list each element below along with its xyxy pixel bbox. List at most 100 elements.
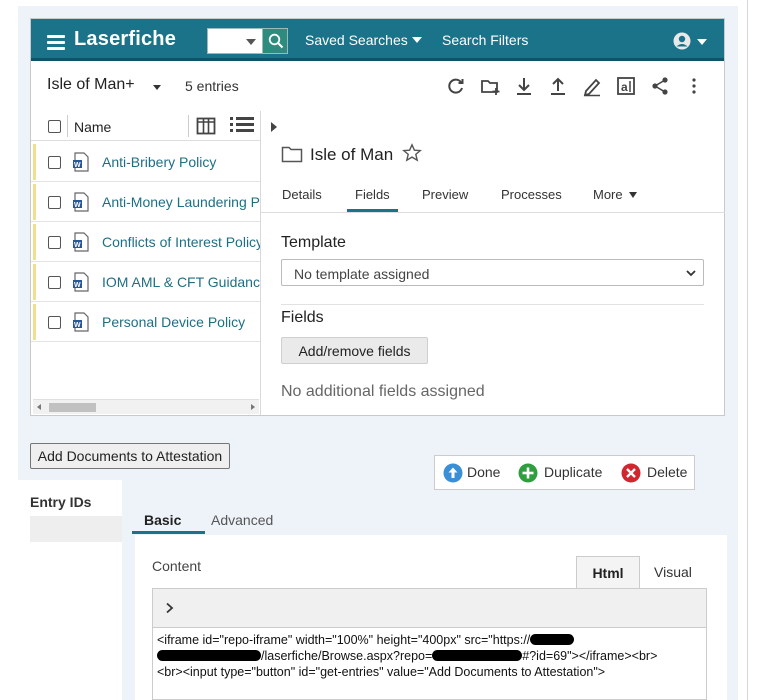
- list-view-icon[interactable]: [229, 115, 255, 137]
- list-item[interactable]: W Anti-Bribery Policy: [31, 142, 260, 182]
- column-picker-icon[interactable]: [196, 116, 216, 136]
- list-item[interactable]: W Conflicts of Interest Policy: [31, 222, 260, 262]
- code-line-1: <iframe id="repo-iframe" width="100%" he…: [157, 632, 702, 648]
- list-item[interactable]: W IOM AML & CFT Guidance: [31, 262, 260, 302]
- sign-icon[interactable]: [581, 75, 603, 97]
- search-scope-select[interactable]: [207, 28, 263, 54]
- row-checkbox[interactable]: [48, 276, 61, 289]
- entry-name[interactable]: IOM AML & CFT Guidance: [102, 274, 260, 290]
- row-checkbox[interactable]: [48, 156, 61, 169]
- entry-count: 5 entries: [185, 78, 239, 94]
- chevron-right-icon[interactable]: [165, 602, 175, 614]
- folder-menu-chevron-icon[interactable]: [153, 85, 161, 90]
- action-toolbar: Done Duplicate Delete: [434, 455, 695, 490]
- code-line-3: <br><input type="button" id="get-entries…: [157, 665, 606, 679]
- search-filters-link[interactable]: Search Filters: [442, 32, 528, 48]
- svg-text:W: W: [74, 202, 81, 209]
- row-indicator: [33, 264, 36, 300]
- ocr-text-icon[interactable]: a: [615, 75, 637, 97]
- refresh-icon[interactable]: [445, 75, 467, 97]
- more-options-icon[interactable]: [683, 75, 705, 97]
- list-item[interactable]: W Personal Device Policy: [31, 302, 260, 342]
- svg-text:W: W: [74, 322, 81, 329]
- tab-advanced[interactable]: Advanced: [211, 512, 273, 528]
- current-folder-title[interactable]: Isle of Man+: [47, 76, 135, 94]
- word-document-icon: W: [73, 272, 89, 292]
- code-line-2: /laserfiche/Browse.aspx?repo= #?id=69"></…: [157, 648, 702, 664]
- delete-button[interactable]: Delete: [647, 464, 687, 480]
- content-label: Content: [152, 558, 202, 574]
- row-checkbox[interactable]: [48, 196, 61, 209]
- chevron-down-icon: [411, 37, 422, 43]
- pane-splitter[interactable]: [260, 111, 261, 415]
- expand-pane-icon[interactable]: [271, 122, 277, 132]
- tab-processes[interactable]: Processes: [501, 187, 562, 202]
- no-fields-message: No additional fields assigned: [281, 383, 485, 400]
- share-icon[interactable]: [649, 75, 671, 97]
- chevron-down-icon: [686, 270, 696, 277]
- done-icon[interactable]: [443, 463, 463, 483]
- list-item[interactable]: W Anti-Money Laundering Policy: [31, 182, 260, 222]
- row-indicator: [33, 224, 36, 260]
- tab-preview[interactable]: Preview: [422, 187, 468, 202]
- menu-icon[interactable]: [47, 35, 65, 50]
- svg-text:W: W: [74, 162, 81, 169]
- tab-visual[interactable]: Visual: [654, 564, 692, 580]
- code-text: <iframe id="repo-iframe" width="100%" he…: [157, 633, 531, 647]
- details-title: Isle of Man: [310, 145, 394, 164]
- redaction-mark: [530, 634, 575, 645]
- redaction-mark: [432, 650, 523, 661]
- app-header: Laserfiche Saved Searches Search Filters: [31, 19, 724, 61]
- done-button[interactable]: Done: [467, 464, 500, 480]
- editor-toolbar: [152, 588, 707, 628]
- tab-fields[interactable]: Fields: [355, 187, 390, 202]
- row-indicator: [33, 304, 36, 340]
- page-divider: [747, 0, 748, 700]
- html-code-editor[interactable]: <iframe id="repo-iframe" width="100%" he…: [152, 628, 707, 700]
- new-folder-icon[interactable]: [479, 75, 501, 97]
- row-checkbox[interactable]: [48, 316, 61, 329]
- template-select[interactable]: No template assigned: [281, 259, 704, 286]
- entry-name[interactable]: Anti-Money Laundering Policy: [102, 194, 260, 210]
- select-all-checkbox[interactable]: [48, 120, 61, 133]
- row-checkbox[interactable]: [48, 236, 61, 249]
- delete-icon[interactable]: [621, 463, 641, 483]
- name-column-header[interactable]: Name: [74, 119, 111, 135]
- duplicate-button[interactable]: Duplicate: [544, 464, 602, 480]
- entry-name[interactable]: Personal Device Policy: [102, 314, 245, 330]
- entry-ids-label: Entry IDs: [30, 494, 92, 510]
- row-indicator: [33, 144, 36, 180]
- user-icon[interactable]: [673, 32, 691, 50]
- svg-text:a: a: [621, 80, 628, 94]
- code-text: /laserfiche/Browse.aspx?repo=: [261, 649, 433, 663]
- entry-name[interactable]: Conflicts of Interest Policy: [102, 234, 260, 250]
- entry-ids-field[interactable]: [30, 516, 122, 542]
- tab-more[interactable]: More: [593, 187, 637, 202]
- entry-name[interactable]: Anti-Bribery Policy: [102, 154, 216, 170]
- folder-icon: [281, 146, 303, 163]
- word-document-icon: W: [73, 312, 89, 332]
- saved-searches-menu[interactable]: Saved Searches: [305, 32, 422, 48]
- chevron-down-icon: [628, 192, 637, 198]
- upload-icon[interactable]: [547, 75, 569, 97]
- scroll-right-icon[interactable]: [251, 404, 255, 410]
- add-remove-fields-button[interactable]: Add/remove fields: [281, 337, 428, 364]
- search-button[interactable]: [262, 28, 288, 54]
- star-icon[interactable]: [402, 143, 422, 163]
- tab-details[interactable]: Details: [282, 187, 322, 202]
- duplicate-icon[interactable]: [518, 463, 538, 483]
- scrollbar-thumb[interactable]: [49, 403, 96, 412]
- download-icon[interactable]: [513, 75, 535, 97]
- tab-more-label: More: [593, 187, 623, 202]
- horizontal-scrollbar[interactable]: [33, 399, 259, 414]
- scroll-left-icon[interactable]: [37, 404, 41, 410]
- row-indicator: [33, 184, 36, 220]
- saved-searches-label: Saved Searches: [305, 32, 408, 48]
- add-documents-to-attestation-button[interactable]: Add Documents to Attestation: [30, 443, 230, 469]
- column-divider: [188, 115, 189, 137]
- code-text: #?id=69"></iframe><br>: [522, 649, 658, 663]
- redaction-mark: [157, 650, 261, 661]
- tab-basic[interactable]: Basic: [144, 512, 181, 528]
- chevron-down-icon[interactable]: [697, 39, 707, 45]
- tab-html[interactable]: Html: [576, 556, 640, 588]
